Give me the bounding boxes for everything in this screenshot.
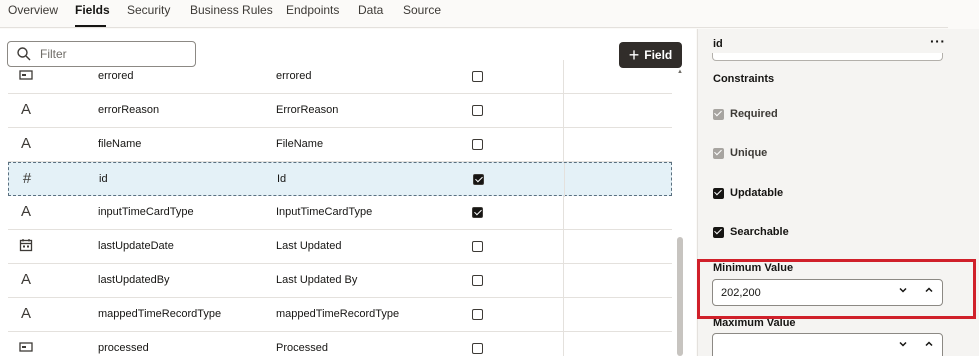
column-divider bbox=[563, 230, 564, 264]
tab-source[interactable]: Source bbox=[403, 3, 441, 17]
scrollbar-thumb[interactable] bbox=[677, 237, 683, 356]
field-label: mappedTimeRecordType bbox=[276, 308, 400, 320]
row-checkbox[interactable] bbox=[472, 343, 483, 354]
maximum-value-input[interactable] bbox=[712, 333, 943, 356]
text-type-icon: A bbox=[20, 203, 31, 220]
constraints-heading: Constraints bbox=[713, 73, 775, 85]
constraint-label: Required bbox=[730, 108, 778, 120]
field-label: InputTimeCardType bbox=[276, 206, 373, 218]
column-divider bbox=[563, 128, 564, 162]
column-divider bbox=[563, 60, 564, 94]
required-checkbox: Required bbox=[713, 107, 778, 121]
table-row[interactable]: A mappedTimeRecordType mappedTimeRecordT… bbox=[8, 298, 672, 332]
constraint-label: Unique bbox=[730, 147, 768, 159]
field-label: errored bbox=[276, 70, 312, 82]
field-name: fileName bbox=[98, 138, 142, 150]
scroll-up-icon[interactable]: ▲ bbox=[677, 69, 683, 75]
unique-checkbox: Unique bbox=[713, 146, 767, 160]
chevron-up-icon[interactable] bbox=[922, 285, 936, 299]
field-label: Processed bbox=[276, 342, 328, 354]
tab-overview[interactable]: Overview bbox=[8, 3, 58, 17]
tab-data[interactable]: Data bbox=[358, 3, 383, 17]
row-checkbox[interactable] bbox=[472, 105, 483, 116]
datetime-type-icon bbox=[18, 238, 34, 254]
field-name: id bbox=[99, 173, 108, 185]
table-row[interactable]: A fileName FileName bbox=[8, 128, 672, 162]
field-name: errorReason bbox=[98, 104, 160, 116]
minimum-value-text: 202,200 bbox=[721, 287, 761, 299]
tab-fields[interactable]: Fields bbox=[75, 3, 110, 17]
text-type-icon: A bbox=[20, 305, 31, 322]
description-field[interactable] bbox=[712, 53, 943, 61]
field-label: Last Updated bbox=[276, 240, 342, 252]
property-title: id bbox=[713, 38, 723, 50]
row-checkbox[interactable] bbox=[473, 174, 484, 185]
column-divider bbox=[563, 298, 564, 332]
field-name: processed bbox=[98, 342, 149, 354]
checkbox-icon bbox=[713, 108, 724, 120]
table-row-selected[interactable]: # id Id bbox=[8, 162, 672, 197]
checkbox-icon bbox=[713, 226, 724, 238]
table-row[interactable]: A lastUpdatedBy Last Updated By bbox=[8, 264, 672, 298]
table-row[interactable]: processed Processed bbox=[8, 332, 672, 356]
column-divider bbox=[563, 94, 564, 128]
row-checkbox[interactable] bbox=[472, 207, 483, 218]
row-checkbox[interactable] bbox=[472, 241, 483, 252]
row-checkbox[interactable] bbox=[472, 309, 483, 320]
column-divider bbox=[563, 264, 564, 298]
tab-endpoints[interactable]: Endpoints bbox=[286, 3, 339, 17]
field-label: FileName bbox=[276, 138, 324, 150]
field-label: ErrorReason bbox=[276, 104, 339, 116]
row-checkbox[interactable] bbox=[472, 275, 483, 286]
searchable-checkbox[interactable]: Searchable bbox=[713, 225, 789, 239]
constraint-label: Updatable bbox=[730, 187, 784, 199]
boolean-icon bbox=[18, 340, 34, 356]
field-label: Last Updated By bbox=[276, 274, 358, 286]
table-row[interactable]: errored errored bbox=[8, 60, 672, 94]
fields-table: errored errored A errorReason ErrorReaso… bbox=[0, 58, 672, 356]
active-tab-indicator bbox=[75, 25, 106, 27]
minimum-value-input[interactable]: 202,200 bbox=[712, 279, 943, 306]
constraint-label: Searchable bbox=[730, 226, 789, 238]
tab-security[interactable]: Security bbox=[127, 3, 170, 17]
tab-bar: Overview Fields Security Business Rules … bbox=[0, 0, 948, 28]
text-type-icon: A bbox=[20, 271, 31, 288]
more-options-icon[interactable]: ··· bbox=[930, 33, 946, 49]
field-name: lastUpdatedBy bbox=[98, 274, 170, 286]
properties-pane: id ··· Constraints Required Unique Updat… bbox=[697, 29, 979, 356]
column-divider bbox=[564, 163, 565, 197]
table-row[interactable]: A errorReason ErrorReason bbox=[8, 94, 672, 128]
row-checkbox[interactable] bbox=[472, 139, 483, 150]
updatable-checkbox[interactable]: Updatable bbox=[713, 186, 783, 200]
table-row[interactable]: lastUpdateDate Last Updated bbox=[8, 230, 672, 264]
boolean-icon bbox=[18, 68, 34, 84]
chevron-up-icon[interactable] bbox=[922, 339, 936, 353]
fields-pane: + Field errored errored A errorReason Er… bbox=[0, 29, 696, 356]
number-type-icon: # bbox=[22, 170, 32, 187]
field-name: lastUpdateDate bbox=[98, 240, 174, 252]
row-checkbox[interactable] bbox=[472, 71, 483, 82]
field-label: Id bbox=[277, 173, 287, 185]
checkbox-icon bbox=[713, 187, 724, 199]
column-divider bbox=[563, 332, 564, 356]
field-name: inputTimeCardType bbox=[98, 206, 194, 218]
column-divider bbox=[563, 196, 564, 230]
chevron-down-icon[interactable] bbox=[896, 285, 910, 299]
text-type-icon: A bbox=[20, 135, 31, 152]
field-name: mappedTimeRecordType bbox=[98, 308, 222, 320]
tab-business-rules[interactable]: Business Rules bbox=[190, 3, 273, 17]
chevron-down-icon[interactable] bbox=[896, 339, 910, 353]
table-row[interactable]: A inputTimeCardType InputTimeCardType bbox=[8, 196, 672, 230]
maximum-value-label: Maximum Value bbox=[713, 317, 796, 329]
minimum-value-label: Minimum Value bbox=[713, 262, 794, 274]
text-type-icon: A bbox=[20, 101, 31, 118]
field-name: errored bbox=[98, 70, 134, 82]
checkbox-icon bbox=[713, 147, 724, 159]
